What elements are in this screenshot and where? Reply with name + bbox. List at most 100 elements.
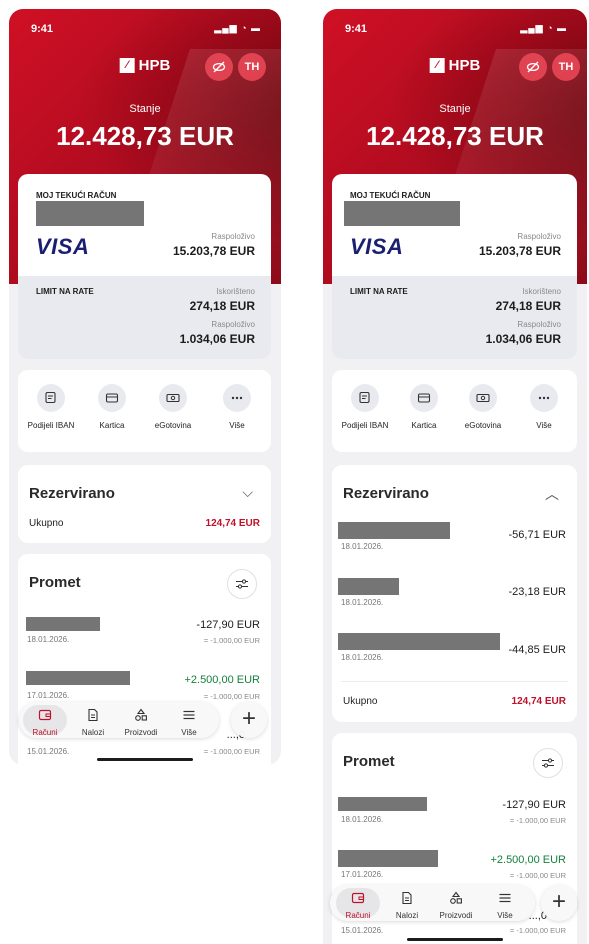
filter-button[interactable] xyxy=(227,569,257,599)
nav-item-nalozi[interactable]: Nalozi xyxy=(71,705,115,737)
quick-action-label: eGotovina xyxy=(464,421,502,430)
hide-balance-button[interactable] xyxy=(205,53,233,81)
reserved-date: 18.01.2026. xyxy=(341,653,384,662)
used-label: Iskorišteno xyxy=(522,287,561,296)
hpb-logo-text: HPB xyxy=(138,57,171,74)
nav-item-racuni[interactable]: Računi xyxy=(336,888,380,920)
quick-action-share-iban[interactable]: Podijeli IBAN xyxy=(21,384,81,431)
avatar[interactable]: TH xyxy=(238,53,266,81)
avatar[interactable]: TH xyxy=(552,53,580,81)
add-button[interactable]: + xyxy=(541,885,577,921)
limit-available-value: 1.034,06 EUR xyxy=(179,332,255,346)
shapes-icon xyxy=(450,891,462,904)
limit-title: LIMIT NA RATE xyxy=(350,287,408,296)
more-icon xyxy=(231,396,243,400)
tx-date: 15.01.2026. xyxy=(27,747,70,756)
reserved-total-value: 124,74 EUR xyxy=(205,518,260,529)
share-iban-icon xyxy=(45,391,56,404)
eye-off-icon xyxy=(526,61,540,73)
hpb-logo: ⁄ HPB xyxy=(429,57,480,74)
available-label: Raspoloživo xyxy=(517,232,561,241)
nav-item-proizvodi[interactable]: Proizvodi xyxy=(434,888,478,920)
nav-label: Proizvodi xyxy=(124,728,158,737)
tx-date: 17.01.2026. xyxy=(27,691,70,700)
reserved-date: 18.01.2026. xyxy=(341,598,384,607)
quick-action-label: Kartica xyxy=(99,421,125,430)
cash-icon xyxy=(476,393,490,403)
add-button[interactable]: + xyxy=(231,702,267,738)
nav-item-proizvodi[interactable]: Proizvodi xyxy=(119,705,163,737)
reserved-total-label: Ukupno xyxy=(343,696,378,707)
filter-button[interactable] xyxy=(533,748,563,778)
tx-amount: -127,90 EUR xyxy=(196,619,260,631)
used-label: Iskorišteno xyxy=(216,287,255,296)
quick-action-egotovina[interactable]: eGotovina xyxy=(143,384,203,431)
quick-action-label: eGotovina xyxy=(154,421,192,430)
quick-action-more[interactable]: Više xyxy=(207,384,267,431)
redacted-description xyxy=(338,522,450,539)
nav-label: Računi xyxy=(345,911,371,920)
hpb-logo-mark: ⁄ xyxy=(119,58,135,73)
account-card[interactable]: MOJ TEKUĆI RAČUN VISA Raspoloživo 15.203… xyxy=(332,174,577,359)
hide-balance-button[interactable] xyxy=(519,53,547,81)
balance-value: 12.428,73 EUR xyxy=(366,121,544,151)
reserved-card[interactable]: Rezervirano ⌵ Ukupno 124,74 EUR xyxy=(18,465,271,543)
shapes-icon xyxy=(135,708,147,721)
tx-amount: +2.500,00 EUR xyxy=(490,854,566,866)
menu-icon xyxy=(499,893,511,903)
redacted-iban xyxy=(36,201,144,226)
hpb-logo-mark: ⁄ xyxy=(429,58,445,73)
tx-date: 18.01.2026. xyxy=(341,815,384,824)
quick-action-share-iban[interactable]: Podijeli IBAN xyxy=(335,384,395,431)
used-value: 274,18 EUR xyxy=(189,299,255,313)
chevron-down-icon[interactable]: ⌵ xyxy=(242,484,253,501)
share-iban-icon xyxy=(359,391,370,404)
quick-action-egotovina[interactable]: eGotovina xyxy=(453,384,513,431)
limit-available-label: Raspoloživo xyxy=(517,320,561,329)
cash-icon xyxy=(166,393,180,403)
redacted-description xyxy=(338,578,399,595)
eye-off-icon xyxy=(212,61,226,73)
bottom-nav: Računi Nalozi Proizvodi Više xyxy=(19,702,219,738)
limit-section: LIMIT NA RATE Iskorišteno 274,18 EUR Ras… xyxy=(332,276,577,359)
tx-sub: = -1.000,00 EUR xyxy=(509,816,566,825)
quick-action-label: Više xyxy=(229,421,245,430)
redacted-description xyxy=(338,633,500,650)
quick-action-more[interactable]: Više xyxy=(514,384,574,431)
nav-label: Proizvodi xyxy=(439,911,473,920)
chevron-up-icon[interactable]: ︿ xyxy=(545,484,559,504)
tx-sub: = -1.000,00 EUR xyxy=(203,747,260,756)
available-value: 15.203,78 EUR xyxy=(478,244,561,258)
quick-action-label: Podijeli IBAN xyxy=(27,421,75,430)
account-card[interactable]: MOJ TEKUĆI RAČUN VISA Raspoloživo 15.203… xyxy=(18,174,271,359)
quick-action-label: Podijeli IBAN xyxy=(341,421,389,430)
balance-label: Stanje xyxy=(129,103,161,115)
nav-label: Računi xyxy=(32,728,58,737)
card-icon xyxy=(417,393,431,403)
reserved-total-label: Ukupno xyxy=(29,518,64,529)
bottom-nav: Računi Nalozi Proizvodi Više xyxy=(330,885,535,921)
redacted-description xyxy=(338,797,427,811)
quick-action-card[interactable]: Kartica xyxy=(82,384,142,431)
limit-available-value: 1.034,06 EUR xyxy=(485,332,561,346)
reserved-date: 18.01.2026. xyxy=(341,542,384,551)
status-bar: 9:41 ▂▄▆ ◔ ▬ xyxy=(345,23,567,35)
balance-label: Stanje xyxy=(439,103,471,115)
quick-actions: Podijeli IBAN Kartica eGotovina Više xyxy=(18,370,271,452)
phone-screen-expanded: 9:41 ▂▄▆ ◔ ▬ ⁄ HPB TH Stanje 12.428,73 E… xyxy=(323,9,587,944)
available-value: 15.203,78 EUR xyxy=(172,244,255,258)
nav-item-vise[interactable]: Više xyxy=(167,705,211,737)
reserved-total-value: 124,74 EUR xyxy=(511,696,566,707)
quick-action-card[interactable]: Kartica xyxy=(394,384,454,431)
nav-item-nalozi[interactable]: Nalozi xyxy=(385,888,429,920)
nav-item-racuni[interactable]: Računi xyxy=(23,705,67,737)
nav-label: Nalozi xyxy=(395,911,419,920)
reserved-amount: -23,18 EUR xyxy=(508,586,566,598)
nav-item-vise[interactable]: Više xyxy=(483,888,527,920)
reserved-title: Rezervirano xyxy=(343,485,429,502)
account-name: MOJ TEKUĆI RAČUN xyxy=(36,191,117,200)
filter-icon xyxy=(236,579,248,589)
divider xyxy=(341,681,568,682)
quick-actions: Podijeli IBAN Kartica eGotovina Više xyxy=(332,370,577,452)
reserved-card[interactable]: Rezervirano ︿ 18.01.2026. -56,71 EUR 18.… xyxy=(332,465,577,722)
